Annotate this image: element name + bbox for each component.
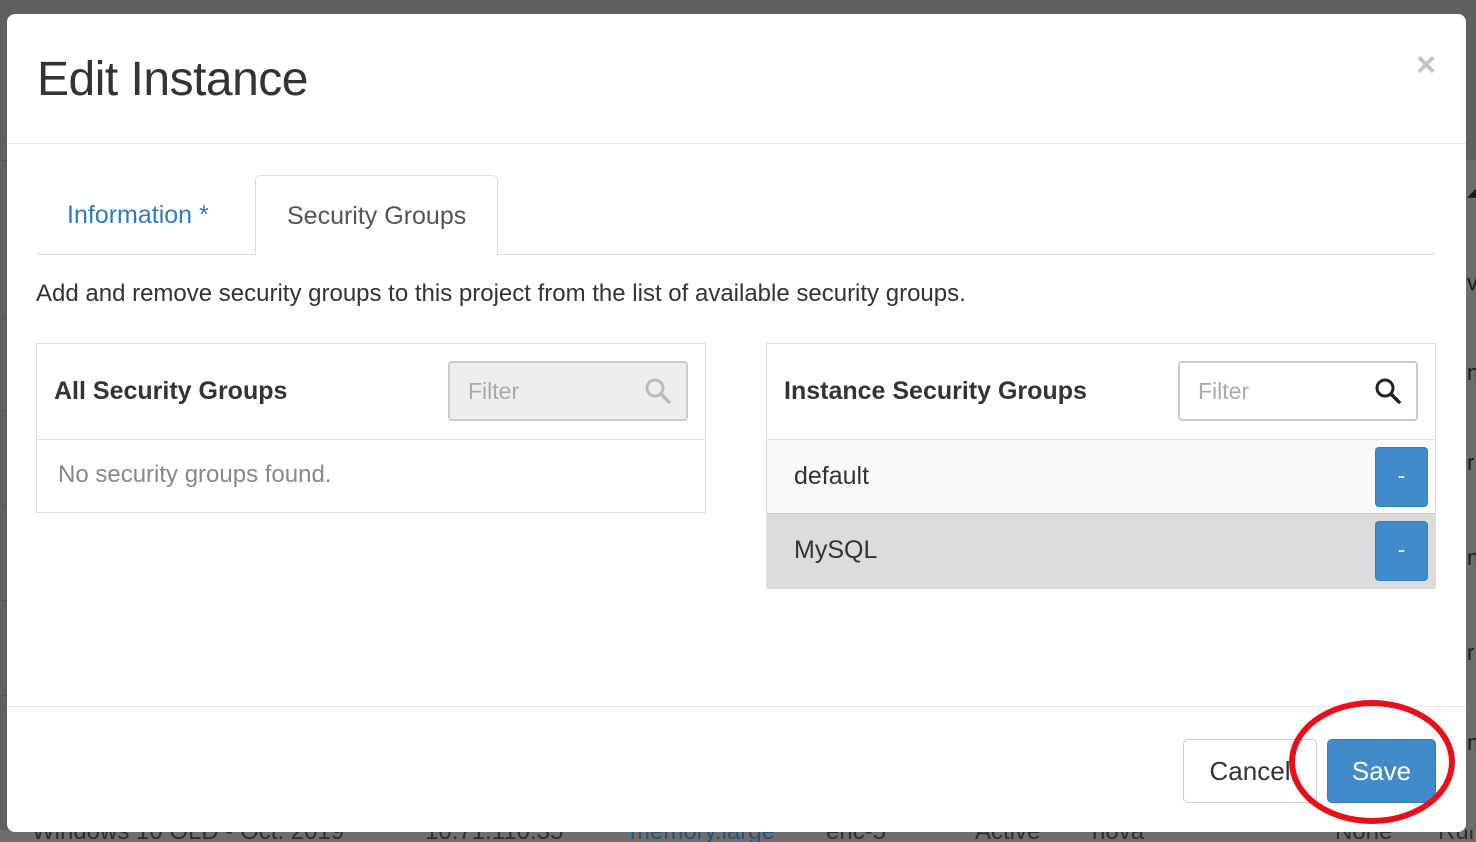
panel-title: Instance Security Groups [784,377,1087,405]
security-group-name: MySQL [794,536,878,564]
tab-bar: Information * Security Groups [36,175,1436,256]
panel-header: All Security Groups [37,344,705,440]
instance-security-groups-panel: Instance Security Groups default - MySQL… [766,343,1436,589]
list-item: default - [767,440,1435,514]
instance-groups-filter[interactable] [1178,361,1418,421]
tab-information[interactable]: Information * [36,175,240,255]
tab-security-groups[interactable]: Security Groups [255,175,499,256]
all-security-groups-panel: All Security Groups No security groups f… [36,343,706,513]
background-table-edge: ◢ v n r n r n [1466,160,1476,840]
edit-instance-modal: Edit Instance × Information * Security G… [7,14,1466,832]
panel-header: Instance Security Groups [767,344,1435,440]
search-icon[interactable] [1374,377,1402,405]
save-button[interactable]: Save [1327,739,1436,803]
modal-footer: Cancel Save [7,706,1466,832]
all-groups-filter-input [450,363,630,419]
security-group-name: default [794,462,870,490]
list-item: MySQL - [767,514,1435,589]
search-icon [645,378,671,404]
remove-group-button[interactable]: - [1375,521,1428,581]
cancel-button[interactable]: Cancel [1183,739,1317,803]
modal-header: Edit Instance × [7,14,1466,144]
help-text: Add and remove security groups to this p… [36,280,966,307]
modal-title: Edit Instance [37,53,309,106]
instance-groups-filter-input[interactable] [1180,363,1360,419]
all-groups-filter [448,361,688,421]
close-icon[interactable]: × [1416,48,1436,82]
remove-group-button[interactable]: - [1375,447,1428,507]
empty-message: No security groups found. [58,461,332,488]
panel-title: All Security Groups [54,377,288,405]
